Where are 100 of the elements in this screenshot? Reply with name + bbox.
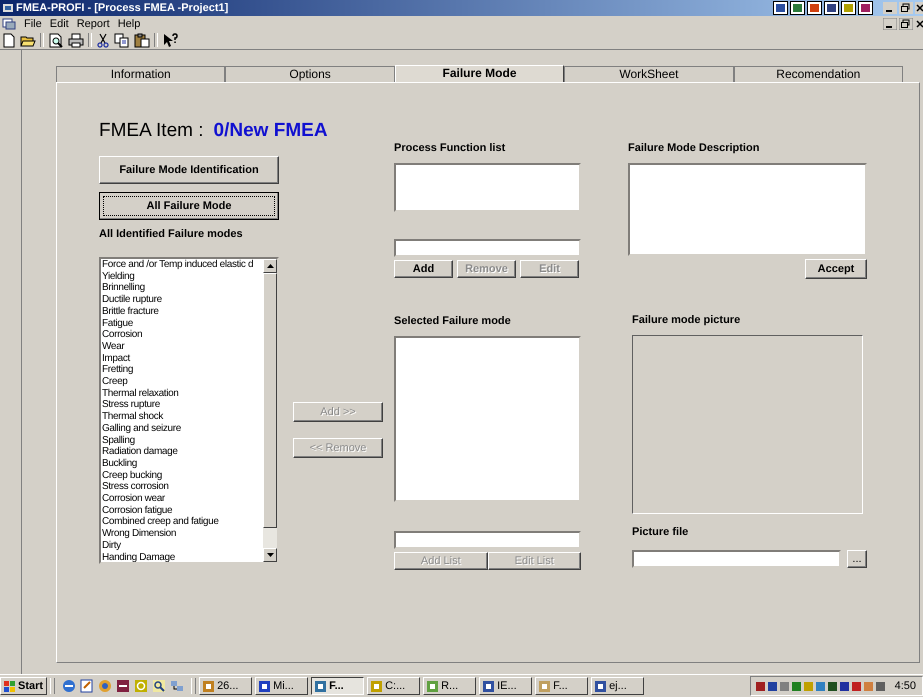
restore-icon[interactable] <box>899 18 913 30</box>
mode-button[interactable]: All Failure Mode <box>99 192 279 220</box>
list-item[interactable]: Brinnelling <box>102 282 263 294</box>
start-button[interactable]: Start <box>0 677 48 695</box>
list-item[interactable]: Ductile rupture <box>102 294 263 306</box>
list-item[interactable]: Thermal relaxation <box>102 388 263 400</box>
list-item[interactable]: Wrong Dimension <box>102 528 263 540</box>
scroll-down-icon[interactable] <box>266 553 274 557</box>
tile-icon[interactable] <box>790 1 805 15</box>
close-icon[interactable] <box>915 18 923 30</box>
list-item[interactable]: Yielding <box>102 270 263 282</box>
close-icon[interactable] <box>915 2 923 14</box>
search-icon[interactable] <box>152 679 166 693</box>
mode-button[interactable]: Failure Mode Identification <box>99 156 279 184</box>
list-item[interactable]: Brittle fracture <box>102 306 263 318</box>
list-item[interactable]: Galling and seizure <box>102 422 263 435</box>
restore-icon[interactable] <box>899 2 913 14</box>
menu-item[interactable]: Report <box>76 18 110 30</box>
menu-item[interactable]: Help <box>118 18 140 30</box>
help-pointer-icon[interactable] <box>162 32 178 48</box>
tile-icon[interactable] <box>858 1 873 15</box>
tray-icon[interactable] <box>838 680 850 692</box>
section-label: Failure Mode Description <box>628 142 760 154</box>
tray-icon[interactable] <box>826 680 838 692</box>
input-field[interactable] <box>394 531 581 549</box>
task-button[interactable]: 26... <box>199 677 252 695</box>
tile-icon[interactable] <box>841 1 856 15</box>
printer-icon[interactable] <box>68 32 84 48</box>
section-label: Picture file <box>632 526 690 538</box>
tray-icon[interactable] <box>790 680 802 692</box>
list-item[interactable]: Impact <box>102 352 263 364</box>
list-item[interactable]: Creep bucking <box>102 470 263 482</box>
list-item[interactable]: Force and /or Temp induced elastic d <box>102 259 263 271</box>
task-button[interactable]: ej... <box>591 677 644 695</box>
list-item[interactable]: Stress rupture <box>102 399 263 412</box>
tray-icon[interactable] <box>754 680 766 692</box>
list-item[interactable]: Corrosion wear <box>102 493 263 505</box>
tile-icon[interactable] <box>824 1 839 15</box>
app-icon <box>538 680 552 692</box>
browse-button[interactable]: ... <box>847 550 867 568</box>
task-button[interactable]: R... <box>423 677 476 695</box>
app-icon <box>594 680 608 692</box>
list-item[interactable]: Stress corrosion <box>102 481 263 494</box>
task-button[interactable]: C:... <box>367 677 420 695</box>
list-item[interactable]: Buckling <box>102 458 263 470</box>
selected-mode-list[interactable] <box>394 336 581 502</box>
accept-button[interactable]: Accept <box>805 259 867 279</box>
menu-item[interactable]: Edit <box>50 18 69 30</box>
print-preview-icon[interactable] <box>48 32 64 48</box>
section-label: Failure mode picture <box>632 314 742 326</box>
task-button[interactable]: F... <box>535 677 588 695</box>
menu-item[interactable]: File <box>24 18 42 30</box>
tab[interactable]: Failure Mode <box>394 65 564 83</box>
picture-file-field[interactable] <box>632 550 841 568</box>
notepad-icon[interactable] <box>80 679 94 693</box>
list-item[interactable]: Thermal shock <box>102 411 263 423</box>
input-field[interactable] <box>394 239 581 257</box>
list-item[interactable]: Dirty <box>102 540 263 552</box>
task-button[interactable]: F... <box>311 677 364 695</box>
circle-tile-icon[interactable] <box>134 679 148 693</box>
tile-icon[interactable] <box>807 1 822 15</box>
scissors-icon[interactable] <box>96 32 110 48</box>
list-item[interactable]: Corrosion fatigue <box>102 504 263 516</box>
minimize-icon[interactable] <box>883 2 897 14</box>
process-function-list[interactable] <box>394 163 581 212</box>
list-item[interactable]: Fretting <box>102 364 263 376</box>
list-item[interactable]: Spalling <box>102 434 263 446</box>
list-item[interactable]: Handing Damage <box>102 552 263 562</box>
copy-icon[interactable] <box>114 32 130 48</box>
process-button[interactable]: Add <box>394 260 453 278</box>
app-icon <box>426 680 440 692</box>
list-item[interactable]: Creep <box>102 376 263 388</box>
tab[interactable]: Information <box>56 66 226 82</box>
failure-mode-list[interactable] <box>99 257 279 564</box>
scroll-up-icon[interactable] <box>266 264 274 268</box>
tab[interactable]: WorkSheet <box>564 66 734 82</box>
tray-icon[interactable] <box>766 680 778 692</box>
tray-icon[interactable] <box>850 680 862 692</box>
app-icon <box>482 680 496 692</box>
scrollbar[interactable] <box>263 259 277 562</box>
tile-icon[interactable] <box>773 1 788 15</box>
list-item[interactable]: Combined creep and fatigue <box>102 516 263 528</box>
list-item[interactable]: Fatigue <box>102 318 263 330</box>
minimize-icon[interactable] <box>883 18 897 30</box>
list-item[interactable]: Radiation damage <box>102 446 263 458</box>
new-file-icon[interactable] <box>2 32 16 48</box>
item-value: 0/New FMEA <box>214 120 328 142</box>
tray-icon[interactable] <box>874 680 886 692</box>
tab[interactable]: Options <box>225 66 395 82</box>
section-label: Process Function list <box>394 142 506 154</box>
paste-icon[interactable] <box>134 32 150 48</box>
app-icon <box>2 2 14 14</box>
task-button[interactable]: IE... <box>479 677 532 695</box>
tab[interactable]: Recomendation <box>734 66 904 82</box>
clock: 4:50 <box>894 680 916 692</box>
list-item[interactable]: Wear <box>102 340 263 353</box>
list-item[interactable]: Corrosion <box>102 329 263 341</box>
app-icon <box>202 680 216 692</box>
description-field[interactable] <box>628 163 867 256</box>
task-button[interactable]: Mi... <box>255 677 308 695</box>
